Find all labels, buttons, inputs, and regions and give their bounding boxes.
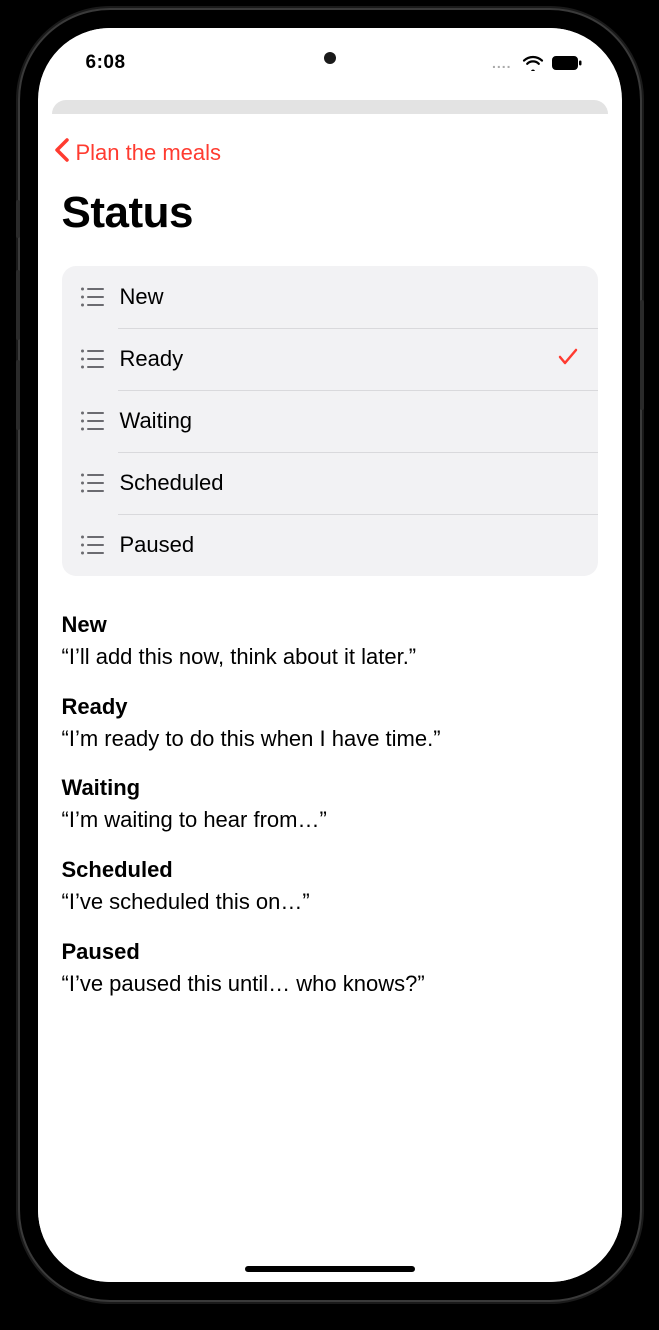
phone-frame: 6:08 .... (20, 10, 640, 1300)
status-descriptions: New “I’ll add this now, think about it l… (38, 612, 622, 998)
description-body: “I’m waiting to hear from…” (62, 805, 598, 835)
status-option-list: New Ready (62, 266, 598, 576)
description-title: Scheduled (62, 857, 598, 883)
status-label: Paused (120, 532, 580, 558)
list-icon (80, 286, 106, 308)
cellular-dots: .... (492, 55, 512, 71)
description-waiting: Waiting “I’m waiting to hear from…” (62, 775, 598, 835)
status-label: New (120, 284, 580, 310)
list-icon (80, 534, 106, 556)
list-icon (80, 348, 106, 370)
description-title: Waiting (62, 775, 598, 801)
battery-icon (552, 56, 582, 70)
description-body: “I’m ready to do this when I have time.” (62, 724, 598, 754)
description-body: “I’ve paused this until… who knows?” (62, 969, 598, 999)
description-body: “I’ve scheduled this on…” (62, 887, 598, 917)
description-paused: Paused “I’ve paused this until… who know… (62, 939, 598, 999)
back-button[interactable]: Plan the meals (38, 138, 622, 168)
home-indicator[interactable] (245, 1266, 415, 1272)
back-label: Plan the meals (76, 140, 222, 166)
description-body: “I’ll add this now, think about it later… (62, 642, 598, 672)
status-label: Scheduled (120, 470, 580, 496)
status-option-scheduled[interactable]: Scheduled (62, 452, 598, 514)
silent-switch (16, 200, 20, 238)
status-option-paused[interactable]: Paused (62, 514, 598, 576)
power-button (640, 300, 644, 410)
list-icon (80, 472, 106, 494)
status-option-ready[interactable]: Ready (62, 328, 598, 390)
description-scheduled: Scheduled “I’ve scheduled this on…” (62, 857, 598, 917)
camera-notch (324, 52, 336, 64)
description-title: Paused (62, 939, 598, 965)
status-label: Ready (120, 346, 556, 372)
description-title: New (62, 612, 598, 638)
checkmark-icon (556, 345, 580, 374)
volume-down-button (16, 360, 20, 430)
list-icon (80, 410, 106, 432)
status-option-new[interactable]: New (62, 266, 598, 328)
status-label: Waiting (120, 408, 580, 434)
description-ready: Ready “I’m ready to do this when I have … (62, 694, 598, 754)
description-title: Ready (62, 694, 598, 720)
chevron-left-icon (54, 138, 70, 168)
phone-screen: 6:08 .... (38, 28, 622, 1282)
volume-up-button (16, 270, 20, 340)
page-title: Status (38, 188, 622, 238)
description-new: New “I’ll add this now, think about it l… (62, 612, 598, 672)
status-option-waiting[interactable]: Waiting (62, 390, 598, 452)
status-right: .... (492, 55, 582, 71)
modal-sheet: Plan the meals Status New (38, 114, 622, 1282)
wifi-icon (522, 55, 544, 71)
status-time: 6:08 (86, 52, 126, 74)
